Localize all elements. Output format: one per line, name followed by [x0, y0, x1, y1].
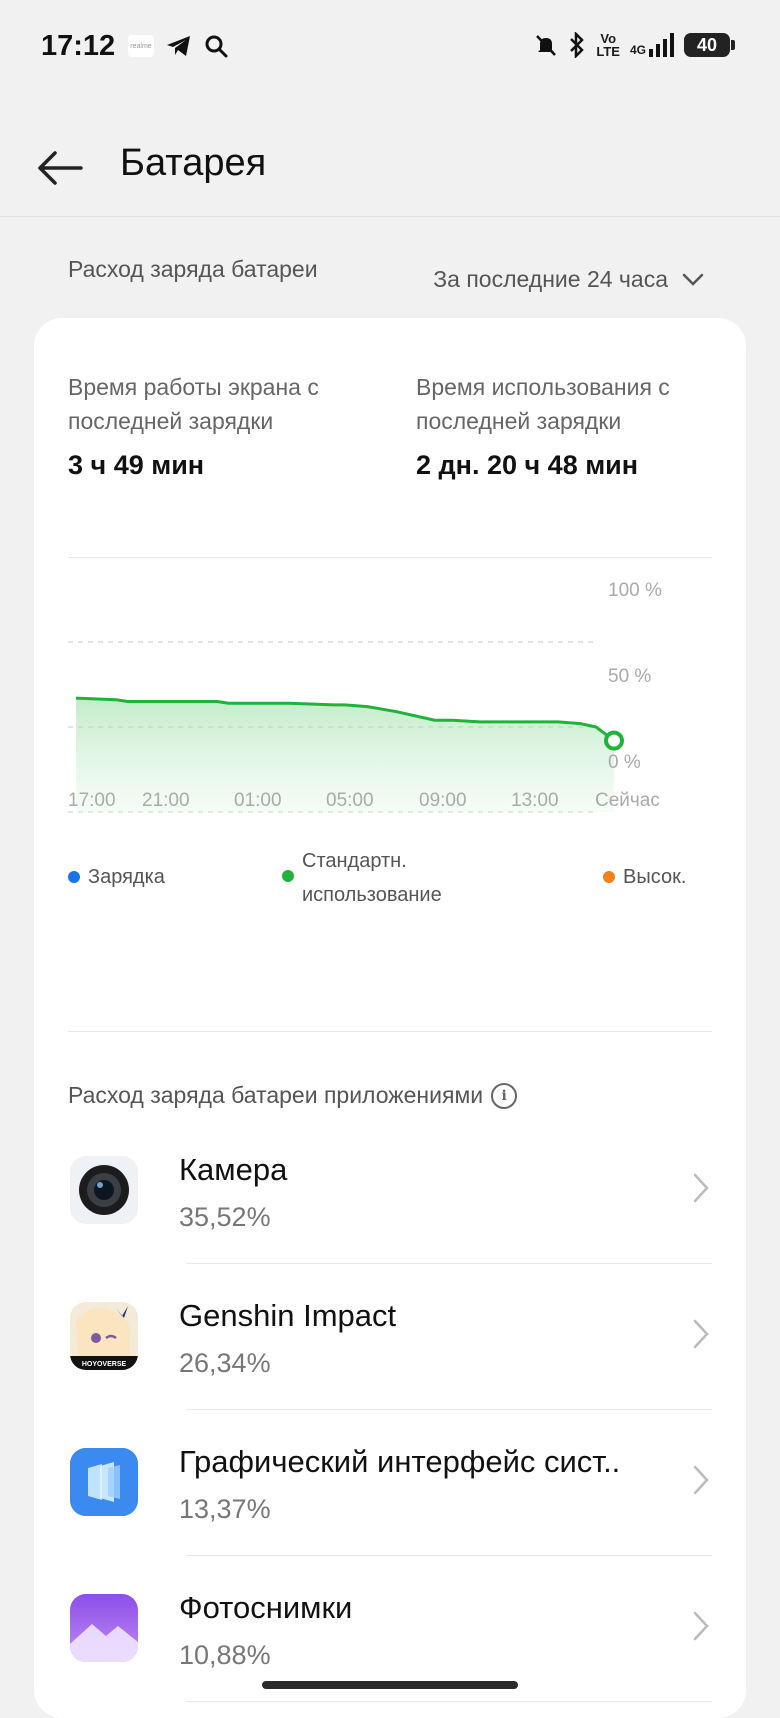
chevron-down-icon [682, 273, 704, 286]
chevron-right-icon [693, 1611, 709, 1641]
signal-4g-icon: 4G [630, 33, 674, 57]
current-level-marker [604, 730, 624, 751]
back-arrow-icon [38, 151, 83, 185]
x-tick-label: 09:00 [419, 790, 467, 811]
y-tick-label: 0 % [608, 752, 641, 773]
x-tick-label: 13:00 [511, 790, 559, 811]
search-icon [205, 35, 228, 58]
legend-standard: Стандартн. использование [282, 844, 472, 912]
usage-time-label: Время использования с последней зарядки [416, 374, 670, 434]
app-name: Фотоснимки [179, 1590, 353, 1625]
app-percent: 26,34% [179, 1348, 271, 1378]
usage-time-stat: Время использования с последней зарядки … [416, 370, 726, 482]
x-tick-label: 17:00 [68, 790, 116, 811]
bluetooth-icon [570, 32, 585, 58]
y-tick-label: 50 % [608, 666, 652, 687]
genshin-impact-app-icon: HOYOVERSE [70, 1302, 138, 1370]
info-icon[interactable]: i [491, 1082, 518, 1109]
legend-high: Высок. [603, 860, 686, 894]
x-tick-label: 21:00 [142, 790, 190, 811]
legend-dot [603, 871, 615, 883]
chevron-right-icon [693, 1465, 709, 1495]
status-time: 17:12 [41, 30, 116, 62]
app-percent: 13,37% [179, 1494, 271, 1524]
apps-heading-label: Расход заряда батареи приложениями [68, 1082, 484, 1108]
battery-icon: 40 [684, 33, 735, 57]
app-row-system-ui[interactable]: Графический интерфейс сист.. 13,37% [34, 1410, 746, 1556]
app-row-camera[interactable]: Камера 35,52% [34, 1118, 746, 1264]
stats-divider [68, 557, 712, 558]
period-dropdown-label: За последние 24 часа [433, 266, 668, 292]
app-percent: 35,52% [179, 1202, 271, 1232]
app-name: Камера [179, 1152, 288, 1187]
app-name: Графический интерфейс сист.. [179, 1444, 621, 1479]
home-indicator[interactable] [262, 1681, 518, 1689]
legend-divider [68, 1031, 712, 1032]
screen-time-label: Время работы экрана с последней зарядки [68, 374, 319, 434]
app-name: Genshin Impact [179, 1298, 397, 1333]
status-icons-right: Vo LTE 4G 40 [534, 31, 735, 59]
apps-heading: Расход заряда батареи приложениями i [68, 1082, 518, 1109]
photos-app-icon [70, 1594, 138, 1662]
mute-icon [536, 35, 557, 56]
camera-app-icon [70, 1156, 138, 1224]
chevron-right-icon [693, 1173, 709, 1203]
legend-charging: Зарядка [68, 860, 165, 894]
x-tick-label: 05:00 [326, 790, 374, 811]
realme-icon: realme [128, 35, 154, 57]
app-row-genshin[interactable]: HOYOVERSE Genshin Impact 26,34% [34, 1264, 746, 1410]
usage-time-value: 2 дн. 20 ч 48 мин [416, 450, 639, 480]
app-bar-divider [0, 216, 780, 217]
legend-dot [282, 870, 294, 882]
battery-card: Время работы экрана с последней зарядки … [34, 318, 746, 1718]
back-button[interactable] [30, 138, 90, 198]
x-tick-label: 01:00 [234, 790, 282, 811]
battery-usage-label: Расход заряда батареи [68, 256, 318, 282]
status-icons-left: realme [128, 34, 228, 58]
chevron-right-icon [693, 1319, 709, 1349]
battery-level-chart [68, 641, 624, 813]
app-percent: 10,88% [179, 1640, 271, 1670]
system-ui-app-icon [70, 1448, 138, 1516]
status-bar: 17:12 realme Vo LTE 4G 40 [0, 0, 780, 96]
app-icon-caption: HOYOVERSE [81, 1361, 127, 1368]
page-title: Батарея [120, 142, 267, 184]
y-tick-label: 100 % [608, 580, 662, 601]
volte-icon: Vo LTE [596, 31, 620, 59]
legend-dot [68, 871, 80, 883]
x-tick-label: Сейчас [595, 790, 660, 811]
period-dropdown[interactable]: За последние 24 часа [433, 266, 704, 293]
row-divider [186, 1701, 712, 1702]
screen-time-value: 3 ч 49 мин [68, 450, 205, 480]
screen-time-stat: Время работы экрана с последней зарядки … [68, 370, 328, 482]
app-bar: Батарея [0, 118, 780, 218]
telegram-icon [167, 36, 190, 56]
